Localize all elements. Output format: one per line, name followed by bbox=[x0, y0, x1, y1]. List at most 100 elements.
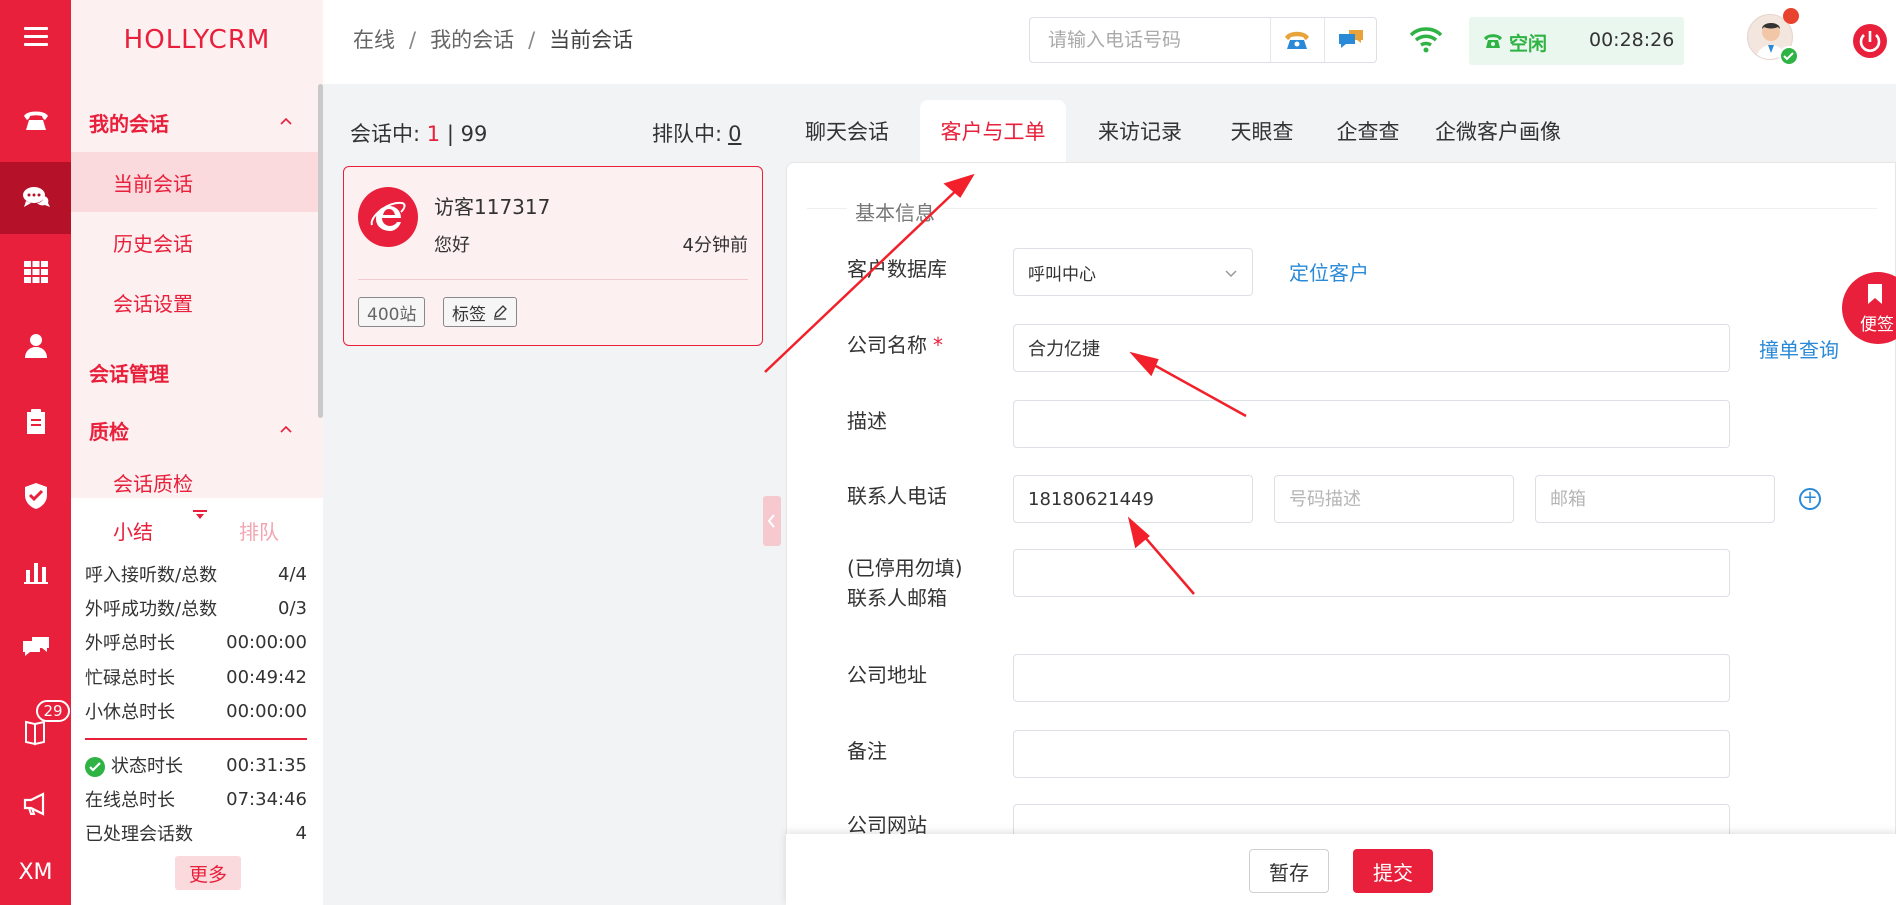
stat-value: 00:00:00 bbox=[226, 700, 307, 722]
sidebar: HOLLYCRM 我的会话 当前会话 历史会话 会话设置 会话管理 质检 会话质… bbox=[71, 0, 323, 905]
shield-check-icon bbox=[24, 483, 47, 509]
breadcrumb-item[interactable]: 在线 bbox=[353, 28, 395, 52]
stat-value: 4 bbox=[295, 822, 307, 844]
rail-clipboard[interactable] bbox=[0, 386, 71, 458]
label-tag-button[interactable]: 标签 bbox=[443, 297, 517, 327]
company-label-text: 公司名称 bbox=[847, 333, 927, 357]
phone-number-input[interactable] bbox=[1030, 18, 1270, 62]
rail-user[interactable] bbox=[0, 310, 71, 382]
in-session-total: 99 bbox=[460, 122, 488, 146]
notification-dot bbox=[1783, 8, 1799, 24]
menu-group-my-sessions[interactable]: 我的会话 bbox=[89, 108, 169, 137]
status-timer: 00:28:26 bbox=[1589, 29, 1675, 51]
caret-down-icon[interactable] bbox=[193, 510, 207, 520]
tab-wecom-profile[interactable]: 企微客户画像 bbox=[1422, 100, 1574, 162]
rail-shield[interactable] bbox=[0, 460, 71, 532]
tab-chat[interactable]: 聊天会话 bbox=[785, 100, 909, 162]
stats-panel: 小结 排队 呼入接听数/总数 4/4 外呼成功数/总数 0/3 外呼总时长 00:00… bbox=[71, 498, 323, 905]
stat-label: 外呼总时长 bbox=[85, 633, 175, 654]
agent-status[interactable]: 空闲 00:28:26 bbox=[1469, 17, 1684, 65]
company-name-input[interactable] bbox=[1013, 324, 1730, 372]
queue-count[interactable]: 0 bbox=[728, 122, 741, 146]
logout-button[interactable] bbox=[1853, 24, 1887, 58]
stat-label: 忙碌总时长 bbox=[85, 668, 175, 689]
dial-button[interactable] bbox=[1270, 18, 1322, 62]
stats-tab-queue[interactable]: 排队 bbox=[239, 516, 279, 545]
tab-tianyancha[interactable]: 天眼查 bbox=[1209, 100, 1315, 162]
bar-chart-icon bbox=[23, 563, 48, 584]
message-button[interactable] bbox=[1324, 18, 1376, 62]
rail-messages[interactable] bbox=[0, 612, 71, 684]
chevron-up-icon[interactable] bbox=[279, 422, 293, 436]
chat-icon bbox=[1338, 30, 1363, 48]
stat-row: 呼入接听数/总数 4/4 bbox=[85, 560, 307, 588]
sidebar-scrollbar[interactable] bbox=[318, 84, 323, 418]
tab-customer-ticket[interactable]: 客户与工单 bbox=[920, 100, 1066, 162]
label-old-email-note: (已停用勿填) bbox=[847, 556, 963, 580]
breadcrumb-item[interactable]: 我的会话 bbox=[430, 28, 514, 52]
stats-divider bbox=[85, 738, 307, 740]
more-button[interactable]: 更多 bbox=[175, 856, 241, 890]
company-address-input[interactable] bbox=[1013, 654, 1730, 702]
chevron-up-icon[interactable] bbox=[279, 114, 293, 128]
grid-icon bbox=[23, 261, 48, 283]
required-mark: * bbox=[933, 333, 943, 357]
menu-group-quality[interactable]: 质检 bbox=[89, 416, 129, 445]
rail-chat[interactable] bbox=[0, 162, 71, 234]
description-input[interactable] bbox=[1013, 400, 1730, 448]
stat-value: 0/3 bbox=[278, 597, 307, 619]
stat-label: 外呼成功数/总数 bbox=[85, 599, 218, 620]
old-email-input[interactable] bbox=[1013, 549, 1730, 597]
last-message: 您好 bbox=[434, 235, 470, 256]
rail-announce[interactable] bbox=[0, 768, 71, 840]
wifi-icon bbox=[1409, 27, 1443, 53]
menu-item-session-quality[interactable]: 会话质检 bbox=[71, 452, 319, 498]
save-draft-button[interactable]: 暂存 bbox=[1249, 849, 1329, 893]
stat-row: 小休总时长 00:00:00 bbox=[85, 697, 307, 725]
label-description: 描述 bbox=[847, 409, 887, 433]
add-phone-plus-icon[interactable]: + bbox=[1799, 488, 1821, 510]
stat-label: 呼入接听数/总数 bbox=[85, 565, 218, 586]
stat-value: 00:49:42 bbox=[226, 666, 307, 688]
menu-group-session-mgmt[interactable]: 会话管理 bbox=[89, 358, 169, 387]
label-tag-text: 标签 bbox=[452, 304, 486, 325]
rail-xm[interactable]: XM bbox=[0, 836, 71, 905]
tab-visit-records[interactable]: 来访记录 bbox=[1077, 100, 1203, 162]
phone-icon bbox=[23, 111, 48, 130]
app-root: 29 XM HOLLYCRM 我的会话 当前会话 历史会话 会话设置 会话管理 … bbox=[0, 0, 1896, 905]
label-remark: 备注 bbox=[847, 739, 887, 763]
submit-button[interactable]: 提交 bbox=[1353, 849, 1433, 893]
duplicate-check-link[interactable]: 撞单查询 bbox=[1759, 334, 1839, 363]
phone-status-icon bbox=[1484, 34, 1502, 48]
visitor-name: 访客117317 bbox=[434, 195, 551, 219]
menu-item-current-session[interactable]: 当前会话 bbox=[71, 152, 319, 212]
phone-desc-input[interactable] bbox=[1274, 475, 1514, 523]
phone-search bbox=[1029, 17, 1377, 63]
stat-label-with-check: 状态时长 bbox=[85, 752, 183, 778]
menu-scroll[interactable]: 我的会话 当前会话 历史会话 会话设置 会话管理 质检 会话质检 bbox=[71, 90, 323, 498]
contact-phone-input[interactable] bbox=[1013, 475, 1253, 523]
locate-customer-link[interactable]: 定位客户 bbox=[1289, 257, 1369, 286]
label-company-name: 公司名称 * bbox=[847, 330, 943, 360]
menu-item-history-session[interactable]: 历史会话 bbox=[71, 212, 319, 272]
rail-phone[interactable] bbox=[0, 84, 71, 156]
stat-label: 状态时长 bbox=[111, 756, 183, 777]
customer-db-select[interactable]: 呼叫中心 bbox=[1013, 248, 1253, 296]
collapse-panel-handle[interactable] bbox=[763, 496, 781, 546]
tab-qichacha[interactable]: 企查查 bbox=[1320, 100, 1416, 162]
rail-book[interactable]: 29 bbox=[0, 696, 71, 768]
menu-toggle[interactable] bbox=[0, 0, 71, 72]
stat-value: 4/4 bbox=[278, 563, 307, 585]
email-input[interactable] bbox=[1535, 475, 1775, 523]
session-card[interactable]: 访客117317 您好 4分钟前 400站 标签 bbox=[343, 166, 763, 346]
rail-chart[interactable] bbox=[0, 536, 71, 608]
rail-grid[interactable] bbox=[0, 236, 71, 308]
stat-value: 00:31:35 bbox=[226, 754, 307, 776]
telephone-icon bbox=[1284, 31, 1309, 49]
stats-tab-summary[interactable]: 小结 bbox=[113, 516, 153, 545]
remark-input[interactable] bbox=[1013, 730, 1730, 778]
menu-item-session-settings[interactable]: 会话设置 bbox=[71, 272, 319, 332]
stats-tabs: 小结 排队 bbox=[71, 510, 323, 548]
stat-row: 已处理会话数 4 bbox=[85, 819, 307, 847]
queue-label: 排队中: bbox=[652, 122, 723, 146]
